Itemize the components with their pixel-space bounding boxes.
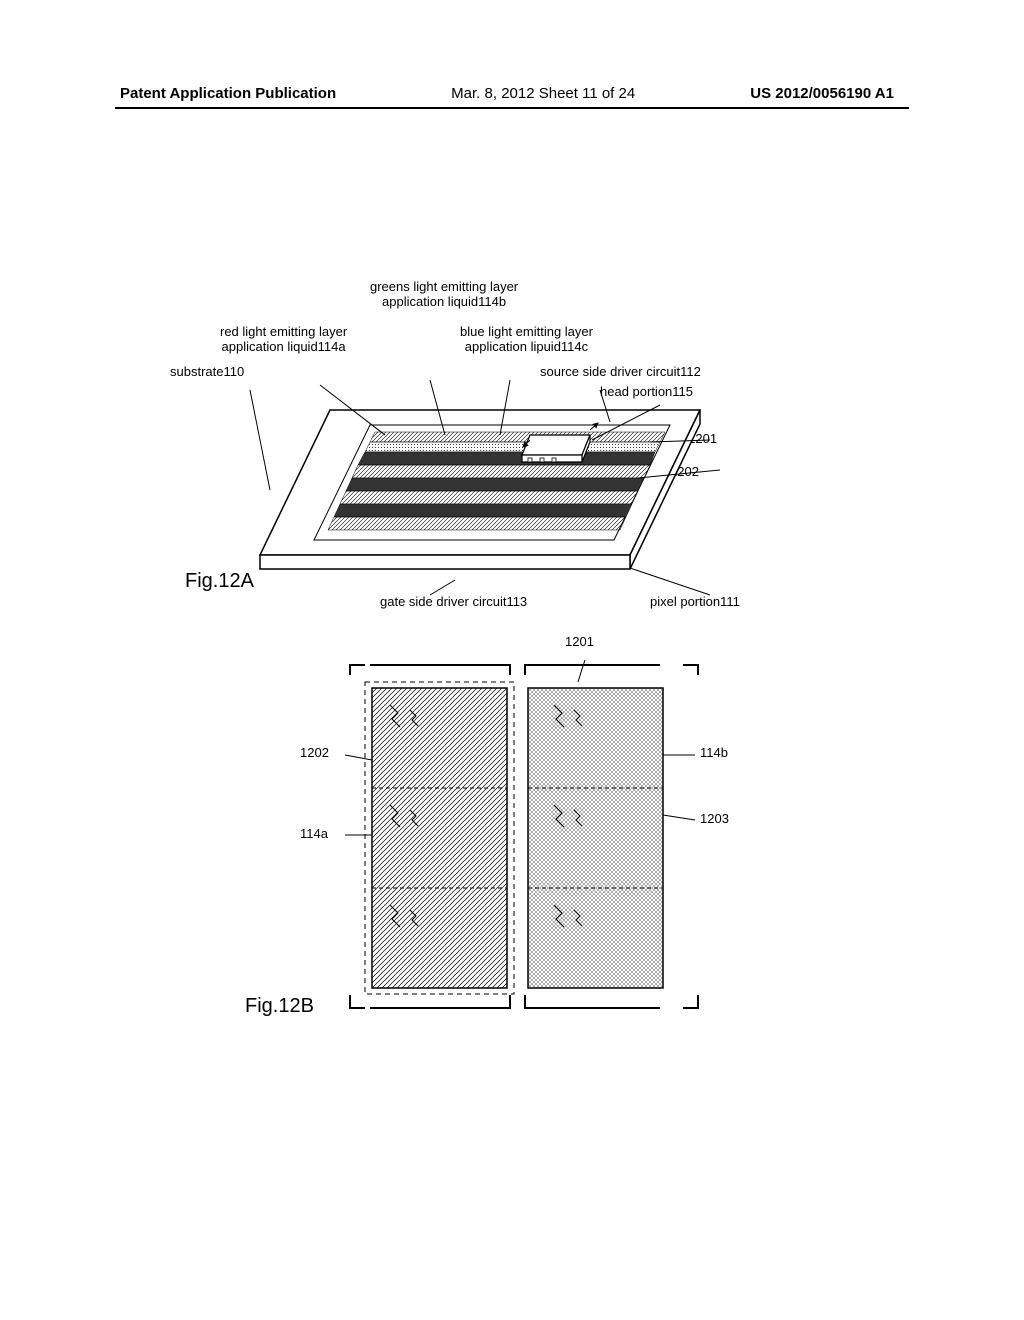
figure-12b-title: Fig.12B — [245, 995, 314, 1018]
label-source-driver: source side driver circuit112 — [540, 365, 701, 380]
label-b-114b: 114b — [700, 746, 728, 761]
header-center: Mar. 8, 2012 Sheet 11 of 24 — [451, 85, 635, 102]
figure-12b: 1201 1202 114a 114b 1203 Fig.12B — [300, 660, 760, 1030]
label-b-114a: 114a — [300, 827, 328, 842]
header-left: Patent Application Publication — [120, 85, 336, 102]
figure-12b-drawing — [300, 660, 760, 1030]
figure-12a: greens light emitting layer application … — [170, 280, 870, 630]
label-b-1201: 1201 — [565, 635, 594, 650]
header-divider — [115, 107, 909, 109]
label-b-1202: 1202 — [300, 746, 329, 761]
figure-12a-drawing — [230, 380, 780, 610]
label-b-1203: 1203 — [700, 812, 729, 827]
header-right: US 2012/0056190 A1 — [750, 85, 894, 102]
label-red-liquid: red light emitting layer application liq… — [220, 325, 347, 355]
label-substrate: substrate110 — [170, 365, 244, 380]
page-header: Patent Application Publication Mar. 8, 2… — [0, 85, 1024, 102]
label-green-liquid: greens light emitting layer application … — [370, 280, 518, 310]
label-blue-liquid: blue light emitting layer application li… — [460, 325, 593, 355]
